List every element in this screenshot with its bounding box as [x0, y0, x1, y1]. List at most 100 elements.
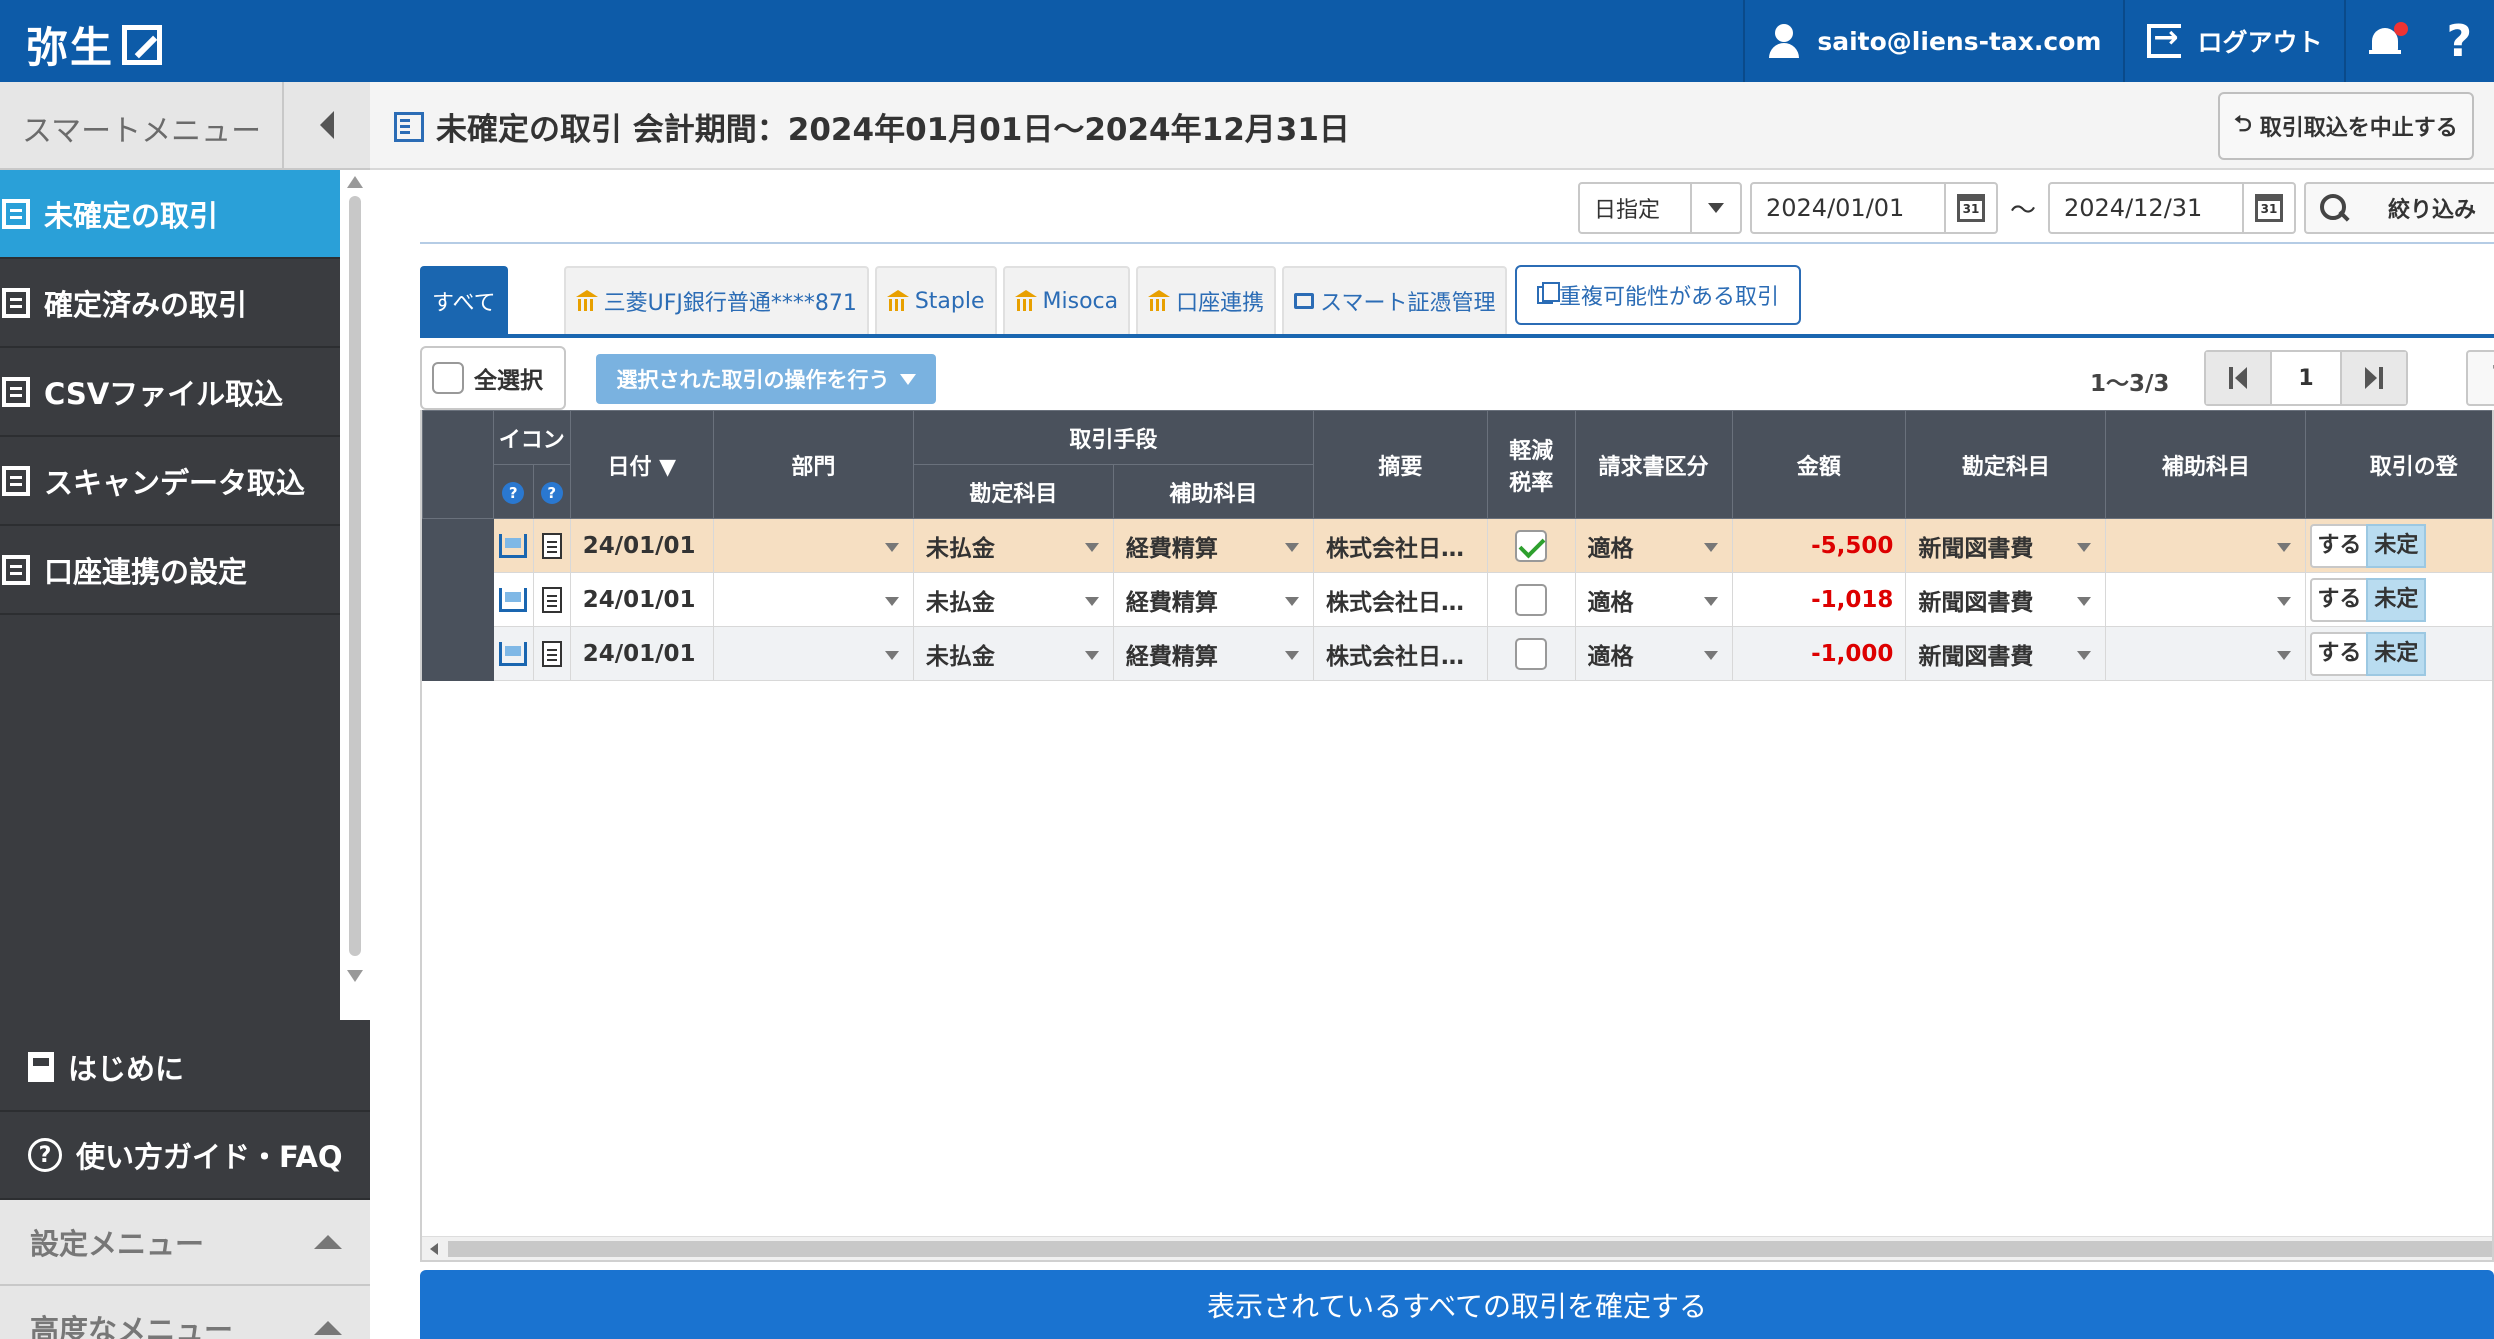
tab-account-link[interactable]: 口座連携: [1136, 266, 1277, 334]
invoice-cell[interactable]: 適格: [1574, 518, 1733, 573]
notification-button[interactable]: [2344, 0, 2424, 82]
doc-cell[interactable]: [532, 626, 571, 681]
tab-all[interactable]: すべて: [420, 266, 508, 334]
table-row[interactable]: 24/01/01 未払金 経費精算 株式会社日… 適格 -5,500 新聞図書費…: [422, 518, 2492, 573]
stop-import-button[interactable]: ⮌ 取引取込を中止する: [2218, 92, 2474, 160]
dept-cell[interactable]: [712, 626, 914, 681]
tab-staple[interactable]: Staple: [874, 266, 997, 334]
means-account-cell[interactable]: 未払金: [912, 518, 1114, 573]
help-circle-icon[interactable]: ?: [502, 482, 525, 504]
confirm-yes-button[interactable]: する: [2310, 577, 2369, 622]
account-cell[interactable]: 新聞図書費: [1905, 626, 2107, 681]
means-account-cell[interactable]: 未払金: [912, 626, 1114, 681]
date-cell[interactable]: 24/01/01: [569, 518, 714, 573]
dept-cell[interactable]: [712, 518, 914, 573]
reduced-tax-checkbox[interactable]: [1515, 583, 1548, 616]
date-to-field[interactable]: 2024/12/31 31: [2048, 182, 2296, 234]
date-cell[interactable]: 24/01/01: [569, 626, 714, 681]
help-circle-icon[interactable]: ?: [540, 482, 563, 504]
sidebar-item-unconfirmed[interactable]: 未確定の取引: [0, 170, 340, 259]
tray-cell[interactable]: [492, 572, 534, 627]
amount-cell[interactable]: -1,018: [1731, 572, 1907, 627]
scrollbar-thumb[interactable]: [448, 1241, 2492, 1257]
dept-cell[interactable]: [712, 572, 914, 627]
reduced-tax-cell[interactable]: [1486, 626, 1576, 681]
advanced-menu-toggle[interactable]: 高度なメニュー: [0, 1286, 370, 1339]
date-mode-select[interactable]: 日指定: [1577, 182, 1742, 234]
tray-cell[interactable]: [492, 518, 534, 573]
logout-button[interactable]: ログアウト: [2123, 0, 2344, 82]
invoice-cell[interactable]: 適格: [1574, 626, 1733, 681]
means-account-cell[interactable]: 未払金: [912, 572, 1114, 627]
collapse-sidebar-button[interactable]: [282, 82, 370, 168]
checkbox[interactable]: [432, 362, 464, 394]
sub-account-cell[interactable]: [2105, 518, 2307, 573]
sidebar-item-confirmed[interactable]: 確定済みの取引: [0, 259, 340, 348]
dropdown-arrow[interactable]: [1689, 184, 1740, 232]
reduced-tax-cell[interactable]: [1486, 572, 1576, 627]
amount-cell[interactable]: -1,000: [1731, 626, 1907, 681]
means-sub-cell[interactable]: 経費精算: [1112, 626, 1314, 681]
means-sub-cell[interactable]: 経費精算: [1112, 518, 1314, 573]
scroll-left-icon[interactable]: [430, 1243, 438, 1255]
date-column-header[interactable]: 日付 ▼: [569, 410, 714, 519]
sub-account-cell[interactable]: [2105, 626, 2307, 681]
duplicate-transactions-button[interactable]: 重複可能性がある取引: [1515, 265, 1801, 325]
help-header[interactable]: ?: [492, 464, 534, 519]
confirm-pending-button[interactable]: 未定: [2366, 577, 2427, 622]
summary-cell[interactable]: 株式会社日…: [1312, 626, 1488, 681]
sidebar-item-scan-import[interactable]: スキャンデータ取込: [0, 437, 340, 526]
reduced-tax-cell[interactable]: [1486, 518, 1576, 573]
calendar-button[interactable]: 31: [1943, 184, 1996, 232]
last-page-button[interactable]: [2342, 352, 2406, 404]
summary-cell[interactable]: 株式会社日…: [1312, 572, 1488, 627]
means-sub-cell[interactable]: 経費精算: [1112, 572, 1314, 627]
help-button[interactable]: ?: [2424, 0, 2494, 82]
table-row[interactable]: 24/01/01 未払金 経費精算 株式会社日… 適格 -1,000 新聞図書費…: [422, 626, 2492, 681]
tab-misoca[interactable]: Misoca: [1002, 266, 1131, 334]
sidebar-item-csv-import[interactable]: CSVファイル取込: [0, 348, 340, 437]
date-from-field[interactable]: 2024/01/01 31: [1749, 182, 1998, 234]
user-menu[interactable]: saito@liens-tax.com: [1743, 0, 2123, 82]
tab-smart-voucher[interactable]: スマート証憑管理: [1282, 266, 1508, 334]
chevron-down-icon: [1707, 203, 1724, 213]
page-number[interactable]: 1: [2270, 352, 2342, 404]
chevron-left-icon: [320, 111, 334, 139]
date-cell[interactable]: 24/01/01: [569, 572, 714, 627]
horizontal-scrollbar[interactable]: [422, 1236, 2492, 1260]
chevron-up-icon: [314, 1321, 342, 1335]
invoice-cell[interactable]: 適格: [1574, 572, 1733, 627]
reduced-tax-checkbox[interactable]: [1515, 637, 1548, 670]
sidebar-scrollbar[interactable]: [340, 170, 370, 1020]
confirm-yes-button[interactable]: する: [2310, 631, 2369, 676]
bulk-operations-button[interactable]: 選択された取引の操作を行う: [596, 354, 936, 404]
summary-cell[interactable]: 株式会社日…: [1312, 518, 1488, 573]
doc-cell[interactable]: [532, 518, 571, 573]
confirm-all-button[interactable]: 表示されているすべての取引を確定する: [420, 1270, 2494, 1339]
reduced-tax-checkbox[interactable]: [1515, 529, 1548, 562]
tab-mufg-bank[interactable]: 三菱UFJ銀行普通****871: [563, 266, 869, 334]
select-all-checkbox[interactable]: 全選択: [420, 346, 566, 410]
yayoi-logo[interactable]: 弥生: [26, 14, 163, 75]
account-cell[interactable]: 新聞図書費: [1905, 572, 2107, 627]
table-row[interactable]: 24/01/01 未払金 経費精算 株式会社日… 適格 -1,018 新聞図書費…: [422, 572, 2492, 627]
sub-account-cell[interactable]: [2105, 572, 2307, 627]
amount-cell[interactable]: -5,500: [1731, 518, 1907, 573]
confirm-pending-button[interactable]: 未定: [2366, 631, 2427, 676]
refresh-button[interactable]: ↻: [2466, 350, 2494, 406]
confirm-pending-button[interactable]: 未定: [2366, 523, 2427, 568]
help-header[interactable]: ?: [532, 464, 571, 519]
confirm-yes-button[interactable]: する: [2310, 523, 2369, 568]
calendar-button[interactable]: 31: [2242, 184, 2294, 232]
account-cell[interactable]: 新聞図書費: [1905, 518, 2107, 573]
tray-cell[interactable]: [492, 626, 534, 681]
first-page-button[interactable]: [2206, 352, 2270, 404]
scrollbar-thumb[interactable]: [349, 196, 361, 956]
sidebar-item-getting-started[interactable]: はじめに: [0, 1024, 370, 1112]
tab-label: 三菱UFJ銀行普通****871: [603, 291, 857, 316]
settings-menu-toggle[interactable]: 設定メニュー: [0, 1200, 370, 1286]
filter-button[interactable]: 絞り込み: [2304, 182, 2494, 234]
sidebar-item-guide-faq[interactable]: ? 使い方ガイド・FAQ: [0, 1112, 370, 1200]
sidebar-item-account-link[interactable]: 口座連携の設定: [0, 526, 340, 615]
doc-cell[interactable]: [532, 572, 571, 627]
